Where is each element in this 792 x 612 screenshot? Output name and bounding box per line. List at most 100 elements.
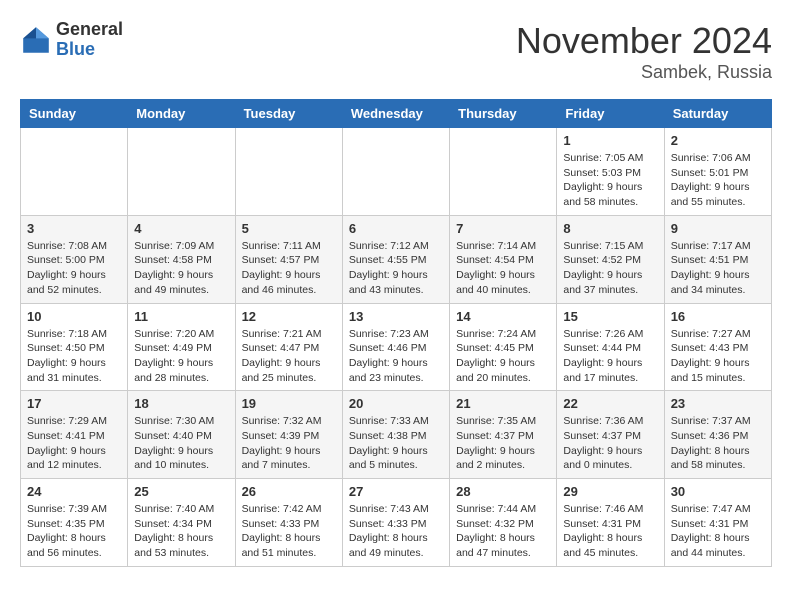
day-info: Sunrise: 7:15 AMSunset: 4:52 PMDaylight:… [563, 239, 657, 298]
day-number: 12 [242, 309, 336, 324]
day-number: 18 [134, 396, 228, 411]
calendar-cell: 4 Sunrise: 7:09 AMSunset: 4:58 PMDaylight… [128, 215, 235, 303]
logo: General Blue [20, 20, 123, 60]
calendar-cell: 13Sunrise: 7:23 AMSunset: 4:46 PMDayligh… [342, 303, 449, 391]
day-info: Sunrise: 7:33 AMSunset: 4:38 PMDaylight:… [349, 414, 443, 473]
calendar-cell: 2 Sunrise: 7:06 AMSunset: 5:01 PMDaylight… [664, 128, 771, 216]
calendar-cell: 26Sunrise: 7:42 AMSunset: 4:33 PMDayligh… [235, 479, 342, 567]
calendar-cell: 28 Sunrise: 7:44 AMSunset: 4:32 PMDayligh… [450, 479, 557, 567]
calendar-cell: 14 Sunrise: 7:24 AMSunset: 4:45 PMDayligh… [450, 303, 557, 391]
calendar-cell: 1 Sunrise: 7:05 AMSunset: 5:03 PMDaylight… [557, 128, 664, 216]
calendar-cell: 30 Sunrise: 7:47 AMSunset: 4:31 PMDayligh… [664, 479, 771, 567]
day-info: Sunrise: 7:39 AMSunset: 4:35 PMDaylight:… [27, 502, 121, 561]
day-number: 28 [456, 484, 550, 499]
day-info: Sunrise: 7:17 AMSunset: 4:51 PMDaylight:… [671, 239, 765, 298]
day-number: 13 [349, 309, 443, 324]
calendar-header-thursday: Thursday [450, 100, 557, 128]
day-number: 21 [456, 396, 550, 411]
calendar-week-row: 10 Sunrise: 7:18 AMSunset: 4:50 PMDayligh… [21, 303, 772, 391]
calendar-cell [342, 128, 449, 216]
calendar-table: SundayMondayTuesdayWednesdayThursdayFrid… [20, 99, 772, 567]
location-title: Sambek, Russia [516, 62, 772, 83]
day-info: Sunrise: 7:30 AMSunset: 4:40 PMDaylight:… [134, 414, 228, 473]
day-number: 30 [671, 484, 765, 499]
day-number: 5 [242, 221, 336, 236]
day-info: Sunrise: 7:11 AMSunset: 4:57 PMDaylight:… [242, 239, 336, 298]
calendar-cell: 6 Sunrise: 7:12 AMSunset: 4:55 PMDaylight… [342, 215, 449, 303]
day-number: 2 [671, 133, 765, 148]
calendar-cell: 5 Sunrise: 7:11 AMSunset: 4:57 PMDaylight… [235, 215, 342, 303]
calendar-cell: 23Sunrise: 7:37 AMSunset: 4:36 PMDayligh… [664, 391, 771, 479]
logo-icon [20, 24, 52, 56]
day-number: 17 [27, 396, 121, 411]
calendar-week-row: 24Sunrise: 7:39 AMSunset: 4:35 PMDayligh… [21, 479, 772, 567]
day-number: 4 [134, 221, 228, 236]
logo-general-text: General [56, 20, 123, 40]
day-number: 9 [671, 221, 765, 236]
calendar-header-sunday: Sunday [21, 100, 128, 128]
day-info: Sunrise: 7:18 AMSunset: 4:50 PMDaylight:… [27, 327, 121, 386]
day-info: Sunrise: 7:29 AMSunset: 4:41 PMDaylight:… [27, 414, 121, 473]
calendar-week-row: 3 Sunrise: 7:08 AMSunset: 5:00 PMDaylight… [21, 215, 772, 303]
day-number: 16 [671, 309, 765, 324]
calendar-cell: 19 Sunrise: 7:32 AMSunset: 4:39 PMDayligh… [235, 391, 342, 479]
day-info: Sunrise: 7:24 AMSunset: 4:45 PMDaylight:… [456, 327, 550, 386]
day-number: 1 [563, 133, 657, 148]
day-info: Sunrise: 7:44 AMSunset: 4:32 PMDaylight:… [456, 502, 550, 561]
calendar-cell: 8 Sunrise: 7:15 AMSunset: 4:52 PMDaylight… [557, 215, 664, 303]
day-number: 19 [242, 396, 336, 411]
calendar-cell: 3 Sunrise: 7:08 AMSunset: 5:00 PMDaylight… [21, 215, 128, 303]
day-number: 11 [134, 309, 228, 324]
calendar-cell [450, 128, 557, 216]
calendar-cell: 7Sunrise: 7:14 AMSunset: 4:54 PMDaylight… [450, 215, 557, 303]
day-info: Sunrise: 7:06 AMSunset: 5:01 PMDaylight:… [671, 151, 765, 210]
day-info: Sunrise: 7:47 AMSunset: 4:31 PMDaylight:… [671, 502, 765, 561]
day-info: Sunrise: 7:27 AMSunset: 4:43 PMDaylight:… [671, 327, 765, 386]
calendar-cell [21, 128, 128, 216]
calendar-header-row: SundayMondayTuesdayWednesdayThursdayFrid… [21, 100, 772, 128]
day-number: 26 [242, 484, 336, 499]
calendar-cell: 15Sunrise: 7:26 AMSunset: 4:44 PMDayligh… [557, 303, 664, 391]
day-info: Sunrise: 7:32 AMSunset: 4:39 PMDaylight:… [242, 414, 336, 473]
calendar-week-row: 17 Sunrise: 7:29 AMSunset: 4:41 PMDayligh… [21, 391, 772, 479]
calendar-cell: 12 Sunrise: 7:21 AMSunset: 4:47 PMDayligh… [235, 303, 342, 391]
day-info: Sunrise: 7:21 AMSunset: 4:47 PMDaylight:… [242, 327, 336, 386]
calendar-header-friday: Friday [557, 100, 664, 128]
day-number: 29 [563, 484, 657, 499]
day-info: Sunrise: 7:20 AMSunset: 4:49 PMDaylight:… [134, 327, 228, 386]
calendar-header-wednesday: Wednesday [342, 100, 449, 128]
calendar-cell [235, 128, 342, 216]
day-info: Sunrise: 7:12 AMSunset: 4:55 PMDaylight:… [349, 239, 443, 298]
calendar-cell: 20 Sunrise: 7:33 AMSunset: 4:38 PMDayligh… [342, 391, 449, 479]
calendar-cell: 24Sunrise: 7:39 AMSunset: 4:35 PMDayligh… [21, 479, 128, 567]
day-info: Sunrise: 7:46 AMSunset: 4:31 PMDaylight:… [563, 502, 657, 561]
logo-text: General Blue [56, 20, 123, 60]
calendar-cell: 21Sunrise: 7:35 AMSunset: 4:37 PMDayligh… [450, 391, 557, 479]
logo-blue-text: Blue [56, 40, 123, 60]
calendar-cell: 10 Sunrise: 7:18 AMSunset: 4:50 PMDayligh… [21, 303, 128, 391]
day-number: 3 [27, 221, 121, 236]
day-number: 25 [134, 484, 228, 499]
calendar-header-saturday: Saturday [664, 100, 771, 128]
calendar-cell: 16 Sunrise: 7:27 AMSunset: 4:43 PMDayligh… [664, 303, 771, 391]
day-info: Sunrise: 7:37 AMSunset: 4:36 PMDaylight:… [671, 414, 765, 473]
calendar-cell: 9 Sunrise: 7:17 AMSunset: 4:51 PMDaylight… [664, 215, 771, 303]
day-info: Sunrise: 7:36 AMSunset: 4:37 PMDaylight:… [563, 414, 657, 473]
day-number: 22 [563, 396, 657, 411]
day-info: Sunrise: 7:05 AMSunset: 5:03 PMDaylight:… [563, 151, 657, 210]
day-number: 20 [349, 396, 443, 411]
calendar-cell: 25Sunrise: 7:40 AMSunset: 4:34 PMDayligh… [128, 479, 235, 567]
calendar-cell: 18 Sunrise: 7:30 AMSunset: 4:40 PMDayligh… [128, 391, 235, 479]
calendar-header-tuesday: Tuesday [235, 100, 342, 128]
calendar-cell: 27Sunrise: 7:43 AMSunset: 4:33 PMDayligh… [342, 479, 449, 567]
day-number: 14 [456, 309, 550, 324]
day-number: 8 [563, 221, 657, 236]
calendar-cell: 17 Sunrise: 7:29 AMSunset: 4:41 PMDayligh… [21, 391, 128, 479]
day-number: 6 [349, 221, 443, 236]
day-number: 10 [27, 309, 121, 324]
day-info: Sunrise: 7:08 AMSunset: 5:00 PMDaylight:… [27, 239, 121, 298]
page-header: General Blue November 2024 Sambek, Russi… [20, 20, 772, 83]
day-info: Sunrise: 7:14 AMSunset: 4:54 PMDaylight:… [456, 239, 550, 298]
calendar-cell: 22 Sunrise: 7:36 AMSunset: 4:37 PMDayligh… [557, 391, 664, 479]
day-info: Sunrise: 7:09 AMSunset: 4:58 PMDaylight:… [134, 239, 228, 298]
